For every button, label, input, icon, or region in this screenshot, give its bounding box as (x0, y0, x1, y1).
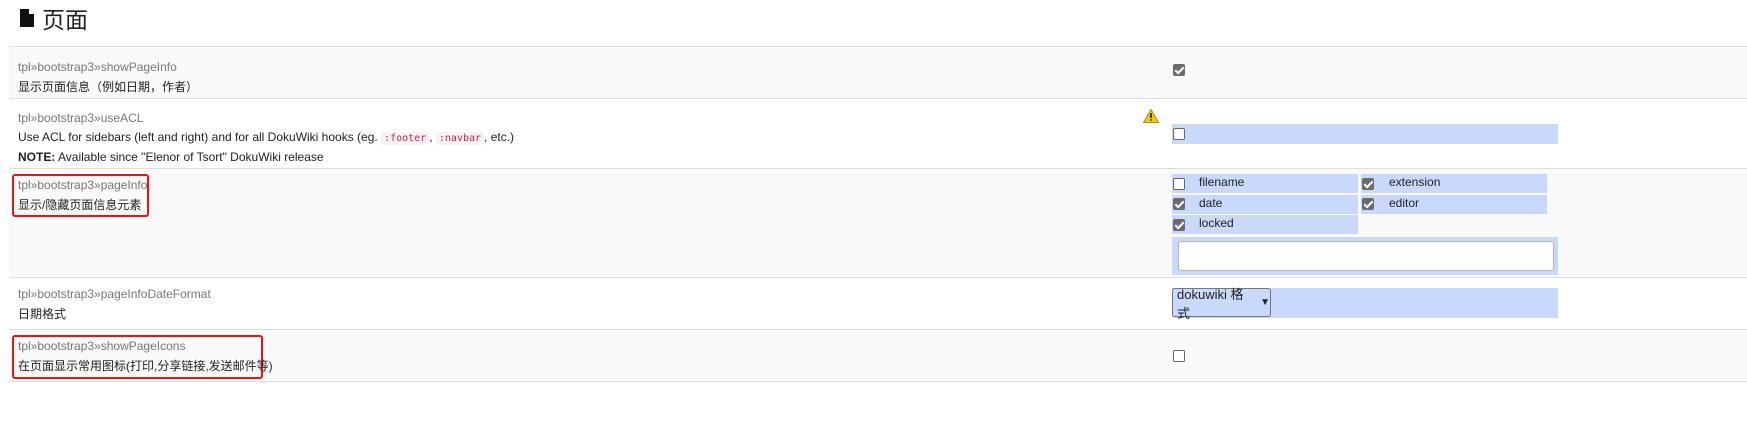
description-after: , etc.) (484, 130, 515, 144)
option-filename-checkbox[interactable] (1173, 178, 1185, 190)
code-footer: :footer (381, 132, 430, 145)
showpageinfo-checkbox[interactable] (1173, 64, 1185, 76)
select-value: dokuwiki 格式 (1177, 286, 1244, 321)
option-locked-label: locked (1199, 216, 1234, 230)
setting-key: tpl»bootstrap3»useACL (18, 111, 144, 125)
page-header: 页面 (20, 0, 88, 36)
setting-key: tpl»bootstrap3»pageInfoDateFormat (18, 287, 211, 301)
option-locked-checkbox[interactable] (1173, 219, 1185, 231)
checkbox-container (1172, 346, 1558, 366)
code-navbar: :navbar (435, 132, 485, 145)
setting-note: NOTE: Available since "Elenor of Tsort" … (18, 148, 514, 167)
description-sep: , (429, 130, 436, 144)
setting-description: 显示页面信息（例如日期，作者） (18, 80, 199, 94)
checkbox-container (1172, 60, 1558, 80)
setting-row-showpageinfo: tpl»bootstrap3»showPageInfo 显示页面信息（例如日期，… (9, 46, 1747, 98)
setting-description: Use ACL for sidebars (left and right) an… (18, 128, 514, 148)
setting-key: tpl»bootstrap3»showPageIcons (18, 339, 186, 353)
page-title: 页面 (42, 8, 88, 34)
setting-label: tpl»bootstrap3»showPageInfo 显示页面信息（例如日期，… (18, 57, 198, 97)
option-date-checkbox[interactable] (1173, 198, 1185, 210)
option-extension-label: extension (1389, 175, 1441, 189)
description-text: Use ACL for sidebars (left and right) an… (18, 130, 382, 144)
option-filename-label: filename (1199, 175, 1245, 189)
setting-row-showpageicons: tpl»bootstrap3»showPageIcons 在页面显示常用图标(打… (9, 329, 1747, 382)
setting-description: 在页面显示常用图标(打印,分享链接,发送邮件等) (18, 359, 273, 373)
useacl-checkbox[interactable] (1173, 128, 1185, 140)
setting-row-pageinfo: tpl»bootstrap3»pageInfo 显示/隐藏页面信息元素 file… (9, 168, 1747, 277)
setting-label: tpl»bootstrap3»useACL Use ACL for sideba… (18, 109, 514, 167)
option-extension-checkbox[interactable] (1362, 178, 1374, 190)
warning-icon (1143, 109, 1159, 123)
setting-key: tpl»bootstrap3»showPageInfo (18, 60, 177, 74)
chevron-down-icon: ▼ (1260, 297, 1270, 308)
setting-label: tpl»bootstrap3»showPageIcons 在页面显示常用图标(打… (18, 336, 273, 376)
setting-description: 日期格式 (18, 307, 67, 321)
setting-row-pageinfodateformat: tpl»bootstrap3»pageInfoDateFormat 日期格式 d… (9, 277, 1747, 329)
note-text: Available since "Elenor of Tsort" DokuWi… (55, 150, 324, 164)
option-date-label: date (1199, 196, 1223, 210)
file-icon (20, 9, 34, 27)
pageinfo-other-input[interactable] (1178, 241, 1554, 271)
option-editor-label: editor (1389, 196, 1420, 210)
showpageicons-checkbox[interactable] (1173, 350, 1185, 362)
setting-label: tpl»bootstrap3»pageInfo 显示/隐藏页面信息元素 (18, 175, 147, 215)
setting-description: 显示/隐藏页面信息元素 (18, 198, 142, 212)
setting-row-useacl: tpl»bootstrap3»useACL Use ACL for sideba… (9, 98, 1747, 168)
checkbox-container (1172, 124, 1558, 144)
settings-table: tpl»bootstrap3»showPageInfo 显示页面信息（例如日期，… (9, 46, 1747, 382)
dateformat-select[interactable]: dokuwiki 格式 ▼ (1172, 287, 1271, 321)
option-editor-checkbox[interactable] (1362, 198, 1374, 210)
note-label: NOTE: (18, 150, 56, 164)
setting-key: tpl»bootstrap3»pageInfo (18, 178, 148, 192)
setting-label: tpl»bootstrap3»pageInfoDateFormat 日期格式 (18, 284, 211, 324)
